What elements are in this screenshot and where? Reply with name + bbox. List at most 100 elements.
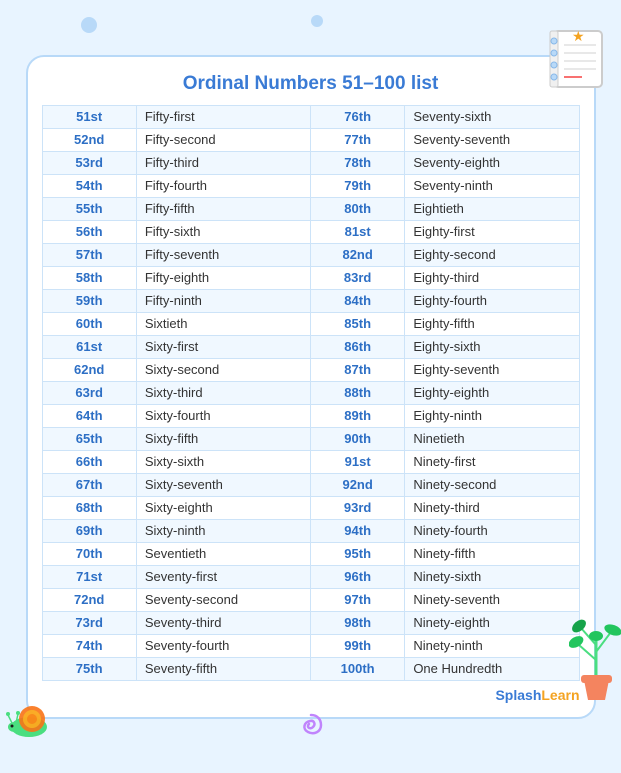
ordinal-number-left: 69th xyxy=(42,519,136,542)
ordinal-number-left: 53rd xyxy=(42,151,136,174)
ordinal-number-right: 94th xyxy=(310,519,404,542)
ordinal-word-right: Eighty-third xyxy=(405,266,579,289)
swirl-decoration xyxy=(296,710,326,747)
ordinal-word-right: One Hundredth xyxy=(405,657,579,680)
ordinal-word-right: Eighty-second xyxy=(405,243,579,266)
ordinal-number-right: 76th xyxy=(310,105,404,128)
table-row: 52ndFifty-second77thSeventy-seventh xyxy=(42,128,579,151)
ordinal-word-left: Fifty-ninth xyxy=(136,289,310,312)
ordinal-number-right: 80th xyxy=(310,197,404,220)
ordinal-word-left: Fifty-fifth xyxy=(136,197,310,220)
table-row: 53rdFifty-third78thSeventy-eighth xyxy=(42,151,579,174)
deco-dot2 xyxy=(311,15,323,27)
ordinal-number-right: 78th xyxy=(310,151,404,174)
ordinal-word-right: Ninety-seventh xyxy=(405,588,579,611)
deco-dot1 xyxy=(81,17,97,33)
ordinal-number-right: 85th xyxy=(310,312,404,335)
table-row: 63rdSixty-third88thEighty-eighth xyxy=(42,381,579,404)
ordinal-number-right: 84th xyxy=(310,289,404,312)
ordinal-number-right: 100th xyxy=(310,657,404,680)
ordinal-word-left: Fifty-third xyxy=(136,151,310,174)
ordinal-number-left: 59th xyxy=(42,289,136,312)
table-row: 67thSixty-seventh92ndNinety-second xyxy=(42,473,579,496)
table-row: 57thFifty-seventh82ndEighty-second xyxy=(42,243,579,266)
table-row: 72ndSeventy-second97thNinety-seventh xyxy=(42,588,579,611)
ordinal-word-left: Seventieth xyxy=(136,542,310,565)
table-row: 70thSeventieth95thNinety-fifth xyxy=(42,542,579,565)
ordinal-word-left: Sixty-seventh xyxy=(136,473,310,496)
ordinal-number-left: 51st xyxy=(42,105,136,128)
ordinal-number-right: 99th xyxy=(310,634,404,657)
ordinal-number-left: 60th xyxy=(42,312,136,335)
ordinal-number-left: 52nd xyxy=(42,128,136,151)
ordinal-word-left: Sixty-ninth xyxy=(136,519,310,542)
ordinal-word-right: Ninety-fourth xyxy=(405,519,579,542)
ordinal-word-left: Seventy-second xyxy=(136,588,310,611)
table-row: 58thFifty-eighth83rdEighty-third xyxy=(42,266,579,289)
ordinal-number-right: 95th xyxy=(310,542,404,565)
table-row: 61stSixty-first86thEighty-sixth xyxy=(42,335,579,358)
ordinal-number-left: 67th xyxy=(42,473,136,496)
ordinal-word-left: Sixty-first xyxy=(136,335,310,358)
ordinal-number-left: 72nd xyxy=(42,588,136,611)
ordinal-word-right: Ninety-third xyxy=(405,496,579,519)
ordinal-number-left: 58th xyxy=(42,266,136,289)
ordinal-number-right: 97th xyxy=(310,588,404,611)
ordinal-word-right: Eighty-eighth xyxy=(405,381,579,404)
brand-splash: Splash xyxy=(495,687,541,703)
ordinal-number-right: 89th xyxy=(310,404,404,427)
ordinal-number-left: 54th xyxy=(42,174,136,197)
ordinal-number-right: 91st xyxy=(310,450,404,473)
svg-text:★: ★ xyxy=(572,28,585,44)
ordinal-word-left: Seventy-third xyxy=(136,611,310,634)
table-row: 55thFifty-fifth80thEightieth xyxy=(42,197,579,220)
ordinal-number-right: 93rd xyxy=(310,496,404,519)
ordinal-number-right: 79th xyxy=(310,174,404,197)
ordinal-word-right: Ninetieth xyxy=(405,427,579,450)
ordinal-number-left: 75th xyxy=(42,657,136,680)
main-card: Ordinal Numbers 51–100 list 51stFifty-fi… xyxy=(26,55,596,719)
ordinal-number-left: 74th xyxy=(42,634,136,657)
ordinal-number-right: 86th xyxy=(310,335,404,358)
brand-footer: SplashLearn xyxy=(42,687,580,703)
ordinal-word-left: Sixty-second xyxy=(136,358,310,381)
ordinal-word-right: Ninety-fifth xyxy=(405,542,579,565)
ordinal-word-left: Sixtieth xyxy=(136,312,310,335)
ordinal-word-left: Fifty-first xyxy=(136,105,310,128)
ordinal-number-right: 88th xyxy=(310,381,404,404)
ordinal-word-right: Ninety-eighth xyxy=(405,611,579,634)
ordinal-word-right: Eightieth xyxy=(405,197,579,220)
ordinal-word-left: Sixty-third xyxy=(136,381,310,404)
table-row: 74thSeventy-fourth99thNinety-ninth xyxy=(42,634,579,657)
ordinal-number-left: 63rd xyxy=(42,381,136,404)
ordinal-number-left: 64th xyxy=(42,404,136,427)
ordinal-word-right: Seventy-seventh xyxy=(405,128,579,151)
table-row: 66thSixty-sixth91stNinety-first xyxy=(42,450,579,473)
ordinal-word-right: Eighty-seventh xyxy=(405,358,579,381)
plant-decoration xyxy=(569,610,621,709)
ordinal-number-left: 55th xyxy=(42,197,136,220)
ordinal-word-right: Eighty-ninth xyxy=(405,404,579,427)
ordinal-word-left: Fifty-eighth xyxy=(136,266,310,289)
table-row: 68thSixty-eighth93rdNinety-third xyxy=(42,496,579,519)
ordinal-word-left: Fifty-sixth xyxy=(136,220,310,243)
table-row: 51stFifty-first76thSeventy-sixth xyxy=(42,105,579,128)
ordinal-word-right: Eighty-fifth xyxy=(405,312,579,335)
ordinal-number-left: 62nd xyxy=(42,358,136,381)
ordinal-number-right: 98th xyxy=(310,611,404,634)
ordinal-number-left: 70th xyxy=(42,542,136,565)
ordinal-number-left: 65th xyxy=(42,427,136,450)
ordinal-word-left: Seventy-fifth xyxy=(136,657,310,680)
table-row: 75thSeventy-fifth100thOne Hundredth xyxy=(42,657,579,680)
ordinal-number-right: 81st xyxy=(310,220,404,243)
ordinal-word-right: Ninety-ninth xyxy=(405,634,579,657)
ordinal-number-right: 92nd xyxy=(310,473,404,496)
ordinal-word-right: Seventy-ninth xyxy=(405,174,579,197)
table-row: 64thSixty-fourth89thEighty-ninth xyxy=(42,404,579,427)
ordinal-word-left: Sixty-fourth xyxy=(136,404,310,427)
notebook-decoration: ★ xyxy=(544,23,614,93)
ordinal-number-right: 83rd xyxy=(310,266,404,289)
ordinal-word-left: Sixty-sixth xyxy=(136,450,310,473)
ordinal-word-left: Sixty-eighth xyxy=(136,496,310,519)
ordinal-word-right: Eighty-fourth xyxy=(405,289,579,312)
